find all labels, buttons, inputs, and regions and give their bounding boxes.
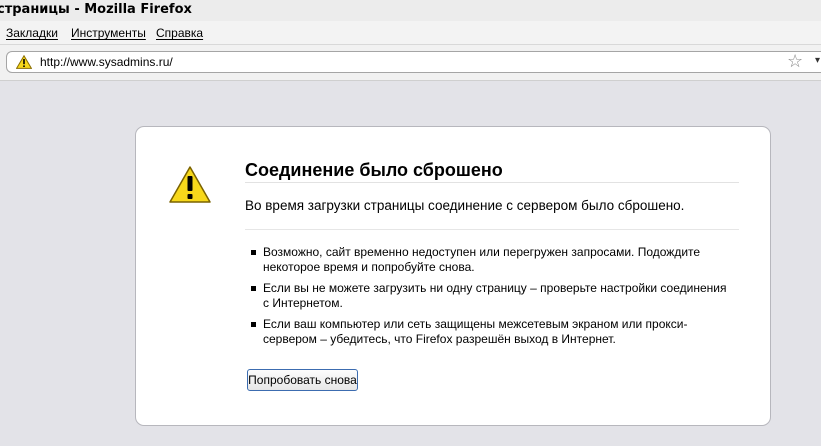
suggestion-item: Возможно, сайт временно недоступен или п… (251, 245, 731, 275)
error-title: Соединение было сброшено (245, 160, 503, 180)
suggestion-item: Если ваш компьютер или сеть защищены меж… (251, 317, 731, 347)
star-icon[interactable]: ☆ (787, 52, 803, 72)
suggestion-item: Если вы не можете загрузить ни одну стра… (251, 281, 731, 311)
error-description: Во время загрузки страницы соединение с … (245, 198, 685, 213)
menu-tools[interactable]: Инструменты (71, 26, 146, 40)
window-titlebar: страницы - Mozilla Firefox (0, 0, 821, 21)
url-bar[interactable]: http://www.sysadmins.ru/ ☆ ▾ (6, 51, 821, 73)
window-title: страницы - Mozilla Firefox (0, 2, 192, 17)
menu-bookmarks[interactable]: Закладки (6, 26, 58, 40)
url-text[interactable]: http://www.sysadmins.ru/ (40, 55, 173, 69)
chevron-down-icon[interactable]: ▾ (815, 55, 820, 66)
retry-button[interactable]: Попробовать снова (247, 369, 358, 391)
menu-bar: Закладки Инструменты Справка (0, 21, 821, 45)
divider (245, 182, 739, 183)
error-page-box: Соединение было сброшено Во время загруз… (135, 126, 771, 426)
divider (245, 229, 739, 230)
suggestion-list: Возможно, сайт временно недоступен или п… (251, 245, 731, 353)
warning-triangle-icon (169, 166, 211, 203)
warning-triangle-icon[interactable] (16, 55, 32, 69)
menu-help[interactable]: Справка (156, 26, 203, 40)
navigation-toolbar: http://www.sysadmins.ru/ ☆ ▾ (0, 45, 821, 81)
